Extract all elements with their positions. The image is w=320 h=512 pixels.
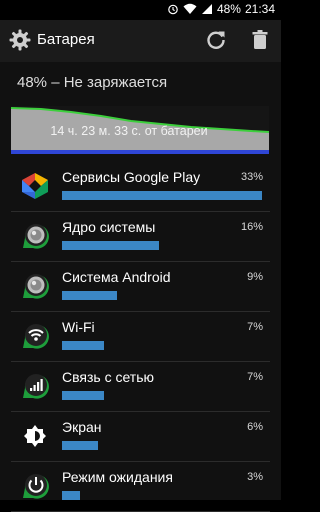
page-title: Батарея (37, 31, 95, 48)
usage-label: Система Android (62, 269, 171, 285)
wifi-icon (19, 320, 51, 352)
android-system-icon (19, 270, 51, 302)
brightness-icon (19, 420, 51, 452)
usage-label: Экран (62, 419, 102, 435)
battery-status: 48% – Не заряжается (17, 74, 168, 91)
cell-signal-icon (201, 4, 212, 14)
cell-signal-icon (19, 370, 51, 402)
usage-bar (62, 491, 80, 500)
usage-percent: 16% (240, 221, 263, 233)
usage-percent: 3% (247, 471, 263, 483)
usage-row[interactable]: Система Android 9% (0, 262, 281, 312)
usage-label: Сервисы Google Play (62, 169, 201, 185)
usage-label: Wi-Fi (62, 319, 95, 335)
usage-percent: 7% (247, 321, 263, 333)
power-icon (19, 470, 51, 502)
usage-row[interactable]: Wi-Fi 7% (0, 312, 281, 362)
usage-bar (62, 341, 104, 350)
system-kernel-icon (19, 220, 51, 252)
usage-label: Связь с сетью (62, 369, 154, 385)
wifi-icon (183, 3, 197, 14)
usage-row[interactable]: Связь с сетью 7% (0, 362, 281, 412)
status-bar: 48% 21:34 (0, 0, 281, 20)
usage-row[interactable]: Режим ожидания 3% (0, 462, 281, 512)
refresh-icon[interactable] (204, 28, 228, 52)
alarm-icon (168, 4, 178, 15)
usage-row[interactable]: Сервисы Google Play 33% (0, 162, 281, 212)
usage-percent: 33% (240, 171, 263, 183)
usage-row[interactable]: Ядро системы 16% (0, 212, 281, 262)
app-bar: Батарея (0, 20, 281, 62)
usage-percent: 9% (247, 271, 263, 283)
google-play-services-icon (19, 170, 51, 202)
gear-icon[interactable] (8, 28, 32, 52)
usage-percent: 6% (247, 421, 263, 433)
battery-time-left: 14 ч. 23 м. 33 с. от батареи (50, 124, 208, 138)
usage-bar (62, 291, 117, 300)
usage-bar (62, 441, 98, 450)
usage-row[interactable]: Экран 6% (0, 412, 281, 462)
clock: 21:34 (244, 2, 275, 16)
usage-percent: 7% (247, 371, 263, 383)
usage-bar (62, 191, 262, 200)
status-icons: 48% 21:34 (167, 2, 275, 16)
battery-percent: 48% (216, 2, 241, 16)
usage-label: Ядро системы (62, 219, 156, 235)
usage-label: Режим ожидания (62, 469, 173, 485)
trash-icon[interactable] (248, 28, 272, 52)
battery-panel: 48% – Не заряжается 14 ч. 23 м. 33 с. от… (0, 62, 281, 512)
usage-bar (62, 391, 104, 400)
usage-bar (62, 241, 159, 250)
